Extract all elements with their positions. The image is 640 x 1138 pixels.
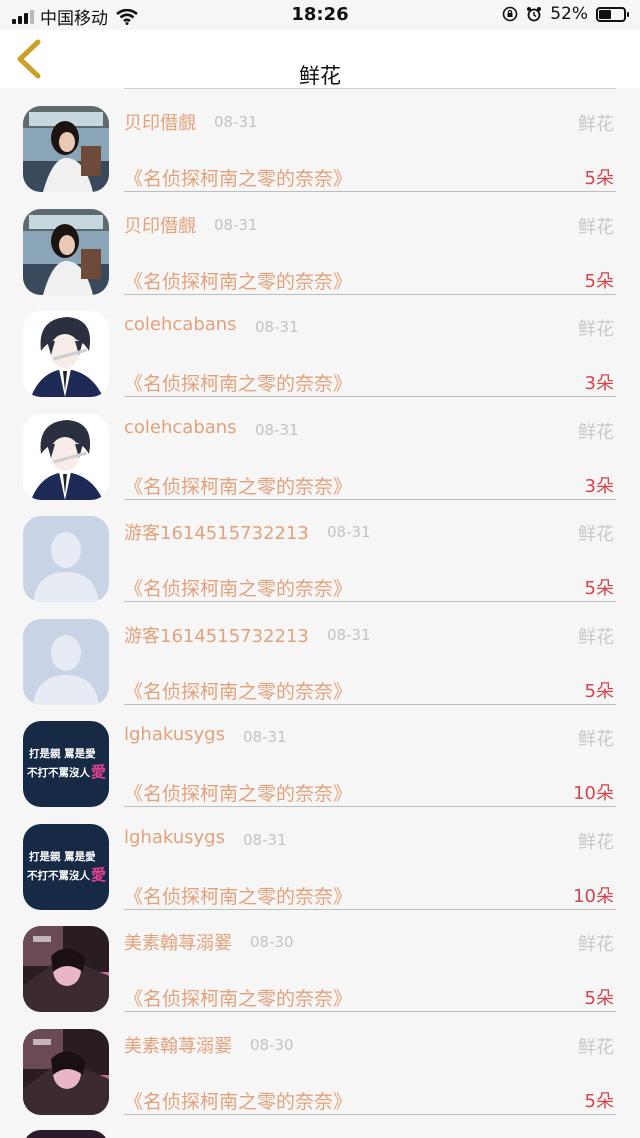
username[interactable]: lghakusygs <box>124 827 225 848</box>
flower-count: 5朵 <box>584 578 614 599</box>
gift-date: 08-31 <box>327 626 371 644</box>
flower-count: 5朵 <box>584 1091 614 1112</box>
list-item[interactable]: 打是親 罵是愛 不打不罵沒人愛 lghakusygs 08-31 鲜花《名侦探柯南之零的… <box>0 703 640 807</box>
list-item[interactable]: 游客1614515732213 08-31 鲜花《名侦探柯南之零的奈奈》 5朵 <box>0 498 640 602</box>
gift-date: 08-31 <box>255 421 299 439</box>
book-title[interactable]: 《名侦探柯南之零的奈奈》 <box>124 472 352 499</box>
list-item[interactable]: 贝印僭覻 08-31 鲜花《名侦探柯南之零的奈奈》 5朵 <box>0 88 640 192</box>
svg-text:不打不罵沒人: 不打不罵沒人 <box>27 869 90 882</box>
gift-name: 鲜花 <box>578 832 614 853</box>
book-title[interactable]: 《名侦探柯南之零的奈奈》 <box>124 677 352 704</box>
list-item[interactable]: 游客1614515732213 08-31 鲜花《名侦探柯南之零的奈奈》 5朵 <box>0 601 640 705</box>
gift-name: 鲜花 <box>578 934 614 955</box>
username[interactable]: 美素翰荨溺翣 <box>124 929 232 955</box>
flower-count: 5朵 <box>584 988 614 1009</box>
username[interactable]: 贝印僭覻 <box>124 212 196 238</box>
alarm-icon <box>527 7 542 22</box>
list-item[interactable]: 贝印僭覻 08-31 鲜花《名侦探柯南之零的奈奈》 5朵 <box>0 191 640 295</box>
gift-name: 鲜花 <box>578 627 614 648</box>
username[interactable]: 游客1614515732213 <box>124 622 309 648</box>
username[interactable]: colehcabans <box>124 417 237 438</box>
avatar[interactable] <box>23 311 109 397</box>
battery-icon <box>596 6 629 22</box>
avatar[interactable] <box>23 926 109 1012</box>
gift-name: 鲜花 <box>578 217 614 238</box>
book-title[interactable]: 《名侦探柯南之零的奈奈》 <box>124 882 352 909</box>
list-item[interactable]: 美素翰荨溺翣 08-30 鲜花《名侦探柯南之零的奈奈》 5朵 <box>0 908 640 1012</box>
orientation-lock-icon <box>502 6 518 22</box>
flower-count: 5朵 <box>584 168 614 189</box>
avatar[interactable] <box>23 209 109 295</box>
battery-percent: 52% <box>550 4 588 24</box>
gift-date: 08-30 <box>250 1036 294 1054</box>
book-title[interactable]: 《名侦探柯南之零的奈奈》 <box>124 267 352 294</box>
status-bar: 中国移动 18:26 52% <box>0 0 640 30</box>
flower-count: 10朵 <box>573 886 614 907</box>
gift-date: 08-31 <box>243 728 287 746</box>
gift-date: 08-31 <box>243 831 287 849</box>
flower-gift-list[interactable]: 贝印僭覻 08-31 鲜花 《名侦探柯南之零的奈奈》 5朵 贝印僭覻 08-31 鲜花 《名侦探… <box>0 88 640 1138</box>
svg-text:打是親 罵是愛: 打是親 罵是愛 <box>29 850 96 863</box>
username[interactable]: 贝印僭覻 <box>124 109 196 135</box>
avatar[interactable]: 打是親 罵是愛 不打不罵沒人愛 <box>23 721 109 807</box>
avatar[interactable] <box>23 1029 109 1115</box>
gift-name: 鲜花 <box>578 114 614 135</box>
list-item[interactable]: colehcabans 08-31 鲜花《名侦探柯南之零的奈奈》 3朵 <box>0 396 640 500</box>
divider <box>124 1114 616 1115</box>
gift-date: 08-31 <box>327 523 371 541</box>
username[interactable]: 美素翰荨溺翣 <box>124 1032 232 1058</box>
svg-text:不打不罵沒人: 不打不罵沒人 <box>27 766 90 779</box>
username[interactable]: colehcabans <box>124 314 237 335</box>
avatar[interactable] <box>23 106 109 192</box>
avatar[interactable] <box>23 619 109 705</box>
book-title[interactable]: 《名侦探柯南之零的奈奈》 <box>124 164 352 191</box>
avatar[interactable] <box>23 414 109 500</box>
flower-count: 5朵 <box>584 681 614 702</box>
gift-date: 08-31 <box>214 216 258 234</box>
gift-name: 鲜花 <box>578 422 614 443</box>
flower-count: 3朵 <box>584 373 614 394</box>
avatar[interactable]: 打是親 罵是愛 不打不罵沒人愛 <box>23 824 109 910</box>
gift-name: 鲜花 <box>578 1037 614 1058</box>
gift-date: 08-31 <box>214 113 258 131</box>
gift-name: 鲜花 <box>578 1134 614 1138</box>
avatar[interactable] <box>23 516 109 602</box>
book-title[interactable]: 《名侦探柯南之零的奈奈》 <box>124 574 352 601</box>
svg-text:愛: 愛 <box>91 763 106 781</box>
book-title[interactable]: 《名侦探柯南之零的奈奈》 <box>124 1087 352 1114</box>
svg-text:打是親 罵是愛: 打是親 罵是愛 <box>29 747 96 760</box>
gift-date: 08-31 <box>255 318 299 336</box>
svg-text:愛: 愛 <box>91 866 106 884</box>
navigation-bar: 鲜花 <box>0 30 640 88</box>
page-title: 鲜花 <box>299 64 341 88</box>
gift-date: 08-30 <box>250 933 294 951</box>
list-item[interactable]: colehcabans 08-31 鲜花《名侦探柯南之零的奈奈》 3朵 <box>0 293 640 397</box>
username[interactable]: lghakusygs <box>124 724 225 745</box>
status-right: 52% <box>502 4 629 24</box>
flower-count: 10朵 <box>573 783 614 804</box>
avatar <box>23 1130 109 1138</box>
gift-name: 鲜花 <box>578 524 614 545</box>
list-item[interactable]: 美素翰荨溺翣 08-30 鲜花《名侦探柯南之零的奈奈》 5朵 <box>0 1011 640 1115</box>
username[interactable]: 游客1614515732213 <box>124 519 309 545</box>
book-title[interactable]: 《名侦探柯南之零的奈奈》 <box>124 779 352 806</box>
book-title[interactable]: 《名侦探柯南之零的奈奈》 <box>124 984 352 1011</box>
book-title[interactable]: 《名侦探柯南之零的奈奈》 <box>124 369 352 396</box>
gift-name: 鲜花 <box>578 729 614 750</box>
flower-count: 5朵 <box>584 271 614 292</box>
list-item[interactable]: 打是親 罵是愛 不打不罵沒人愛 lghakusygs 08-31 鲜花《名侦探柯南之零的… <box>0 806 640 910</box>
gift-name: 鲜花 <box>578 319 614 340</box>
flower-count: 3朵 <box>584 476 614 497</box>
